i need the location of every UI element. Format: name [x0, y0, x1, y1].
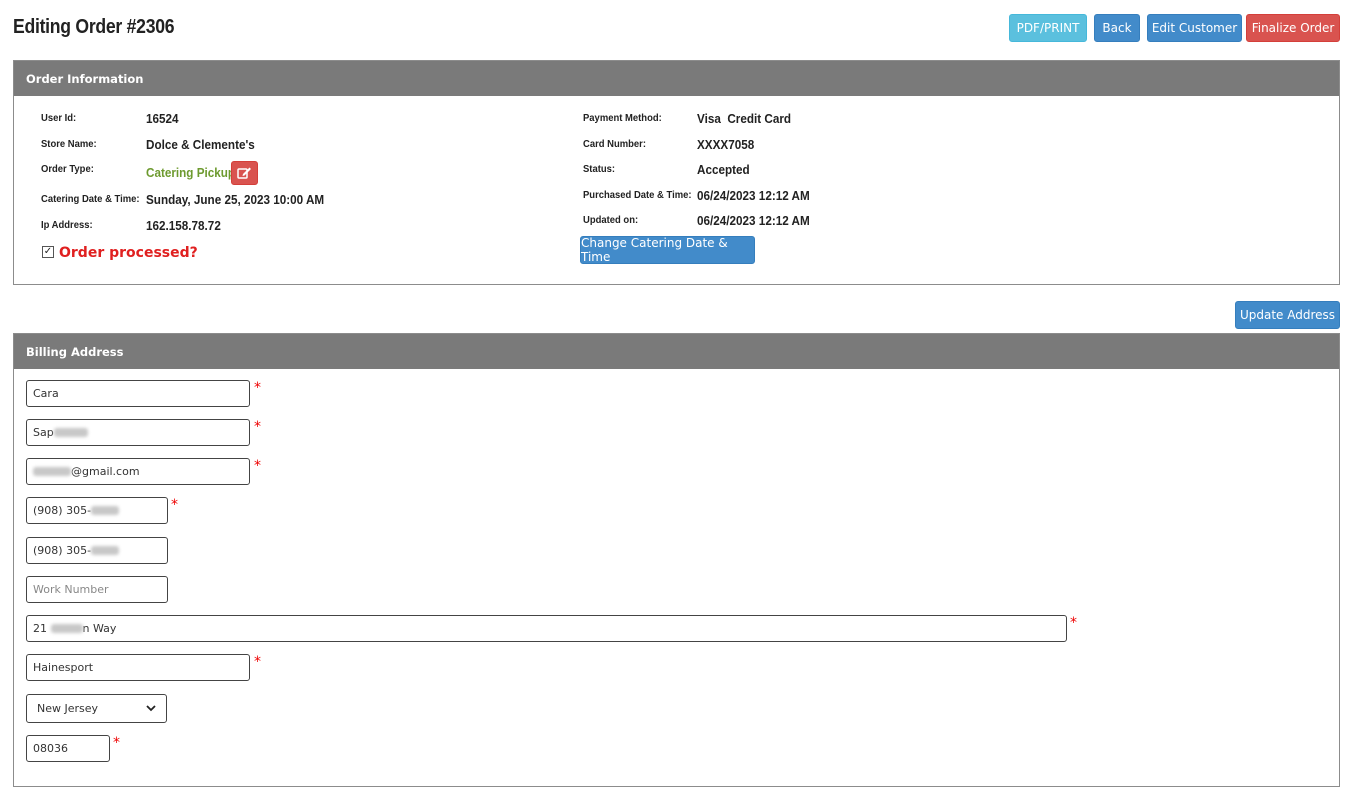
- purchased-date-label: Purchased Date & Time:: [583, 189, 692, 201]
- email-input[interactable]: @gmail.com: [26, 458, 250, 485]
- email-value: @gmail.com: [71, 465, 140, 478]
- work-number-placeholder: Work Number: [33, 583, 109, 596]
- order-type-label: Order Type:: [41, 163, 94, 175]
- ip-address-value: 162.158.78.72: [146, 218, 221, 233]
- required-marker: *: [1070, 615, 1077, 631]
- billing-address-heading: Billing Address: [14, 334, 1339, 369]
- payment-method-label: Payment Method:: [583, 112, 662, 124]
- street-address-input[interactable]: 21 n Way: [26, 615, 1067, 642]
- store-name-label: Store Name:: [41, 138, 97, 150]
- user-id-label: User Id:: [41, 112, 77, 124]
- phone-input[interactable]: (908) 305-: [26, 497, 168, 524]
- last-name-value: Sap: [33, 426, 54, 439]
- required-marker: *: [254, 380, 261, 396]
- state-value: New Jersey: [37, 702, 99, 715]
- card-number-label: Card Number:: [583, 138, 647, 150]
- page-title: Editing Order #2306: [13, 16, 175, 38]
- first-name-input[interactable]: Cara: [26, 380, 250, 407]
- status-value: Accepted: [697, 162, 750, 177]
- user-id-value: 16524: [146, 111, 179, 126]
- city-value: Hainesport: [33, 661, 94, 674]
- purchased-date-value: 06/24/2023 12:12 AM: [697, 188, 810, 203]
- order-processed-checkbox[interactable]: ✓: [42, 246, 54, 258]
- edit-icon: [237, 167, 251, 179]
- phone-value: (908) 305-: [33, 504, 92, 517]
- card-number-value: XXXX7058: [697, 137, 755, 152]
- last-name-input[interactable]: Sap: [26, 419, 250, 446]
- edit-customer-button[interactable]: Edit Customer: [1147, 14, 1242, 42]
- payment-method-value: Visa Credit Card: [697, 111, 792, 126]
- edit-order-type-button[interactable]: [231, 161, 258, 185]
- order-processed-label: Order processed?: [59, 245, 198, 261]
- first-name-value: Cara: [33, 387, 59, 400]
- address-suffix: n Way: [82, 622, 117, 635]
- city-input[interactable]: Hainesport: [26, 654, 250, 681]
- catering-date-label: Catering Date & Time:: [41, 193, 140, 205]
- updated-on-label: Updated on:: [583, 214, 639, 226]
- zip-value: 08036: [33, 742, 68, 755]
- back-button[interactable]: Back: [1094, 14, 1140, 42]
- pdf-print-button[interactable]: PDF/PRINT: [1009, 14, 1087, 42]
- update-address-button[interactable]: Update Address: [1235, 301, 1340, 329]
- required-marker: *: [254, 419, 261, 435]
- alternate-phone-input[interactable]: (908) 305-: [26, 537, 168, 564]
- status-label: Status:: [583, 163, 616, 175]
- ip-address-label: Ip Address:: [41, 219, 93, 231]
- required-marker: *: [171, 497, 178, 513]
- required-marker: *: [113, 735, 120, 751]
- finalize-order-button[interactable]: Finalize Order: [1246, 14, 1340, 42]
- chevron-down-icon: [146, 705, 156, 712]
- order-information-heading: Order Information: [14, 61, 1339, 96]
- state-select[interactable]: New Jersey: [26, 694, 167, 723]
- required-marker: *: [254, 654, 261, 670]
- order-type-value: Catering Pickup: [146, 165, 236, 180]
- updated-on-value: 06/24/2023 12:12 AM: [697, 213, 810, 228]
- required-marker: *: [254, 458, 261, 474]
- alternate-phone-value: (908) 305-: [33, 544, 92, 557]
- store-name-value: Dolce & Clemente's: [146, 137, 255, 152]
- zip-input[interactable]: 08036: [26, 735, 110, 762]
- catering-date-value: Sunday, June 25, 2023 10:00 AM: [146, 192, 325, 207]
- work-number-input[interactable]: Work Number: [26, 576, 168, 603]
- address-prefix: 21: [33, 622, 47, 635]
- change-catering-date-button[interactable]: Change Catering Date & Time: [580, 236, 755, 264]
